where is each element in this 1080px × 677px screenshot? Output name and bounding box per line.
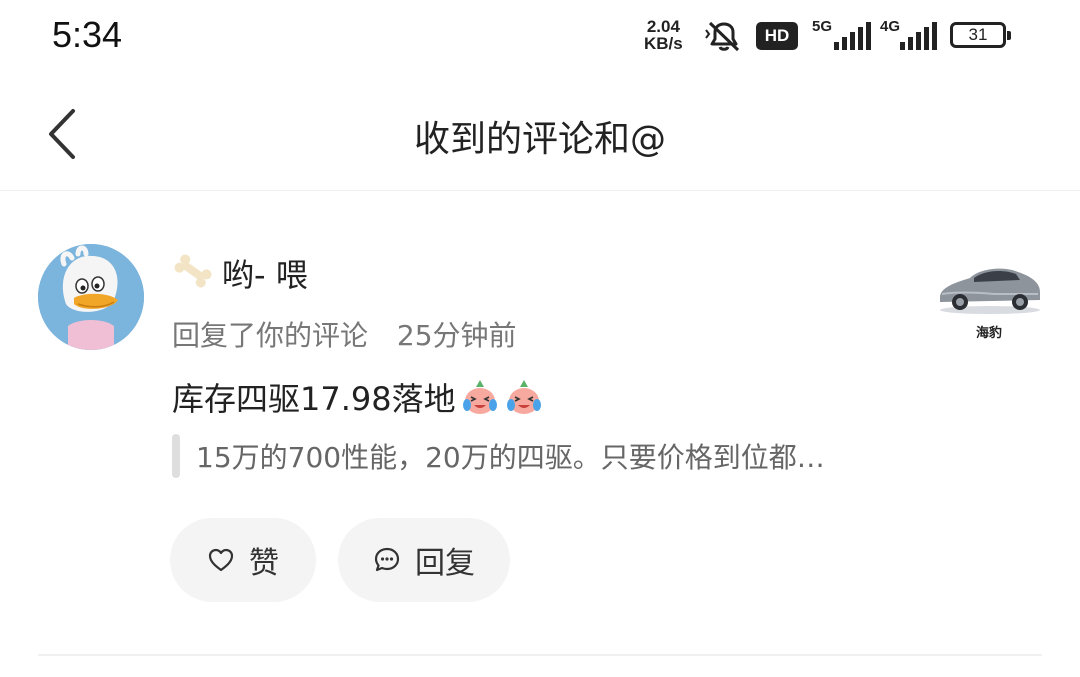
signal-strength-icon-2 <box>900 22 937 50</box>
comment-text: 库存四驱17.98落地 <box>172 380 456 418</box>
comment-bubble-icon <box>374 547 400 572</box>
hd-voice-badge: HD <box>756 22 798 50</box>
quoted-text: 15万的700性能，20万的四驱。只要价格到位都… <box>196 441 825 474</box>
like-button[interactable]: 赞 <box>170 518 316 602</box>
heart-icon <box>208 548 234 572</box>
status-time: 5:34 <box>52 14 123 55</box>
divider <box>38 654 1042 656</box>
bell-muted-icon <box>705 21 740 52</box>
status-bar: 5:34 2.04 KB/s HD 5G 4G 31 <box>0 0 1080 72</box>
notification-item[interactable]: 哟- 喂 回复了你的评论 25分钟前 库存四驱17.98落地 15万的700性能… <box>0 192 1080 677</box>
thumbnail-caption: 海豹 <box>975 326 1002 341</box>
car-image <box>940 268 1040 314</box>
notification-meta: 回复了你的评论 25分钟前 <box>172 314 517 354</box>
network-type-4g: 4G <box>880 18 901 35</box>
network-type-5g: 5G <box>812 18 833 35</box>
comment-content: 库存四驱17.98落地 <box>172 374 544 420</box>
app-header: 收到的评论和@ <box>0 80 1080 191</box>
action-text: 回复了你的评论 <box>172 319 369 352</box>
duck-avatar-image <box>38 244 144 350</box>
battery-indicator: 31 <box>950 22 1011 48</box>
like-label: 赞 <box>249 546 279 581</box>
timestamp: 25分钟前 <box>396 319 517 352</box>
battery-level: 31 <box>968 25 988 44</box>
username[interactable]: 哟- 喂 <box>222 250 308 296</box>
crying-laughing-emoji-icon <box>462 380 497 414</box>
quote-bar <box>172 434 180 478</box>
signal-strength-icon-1 <box>834 22 871 50</box>
network-speed-unit: KB/s <box>644 34 683 53</box>
reply-label: 回复 <box>415 546 475 581</box>
reply-button[interactable]: 回复 <box>338 518 510 602</box>
avatar[interactable] <box>38 244 144 350</box>
network-speed-value: 2.04 <box>646 17 680 36</box>
crying-laughing-emoji-icon <box>506 380 541 414</box>
post-thumbnail[interactable]: 海豹 <box>934 256 1044 348</box>
network-speed: 2.04 KB/s <box>644 18 683 52</box>
bone-icon <box>174 254 212 288</box>
page-title: 收到的评论和@ <box>413 119 666 160</box>
quoted-comment[interactable]: 15万的700性能，20万的四驱。只要价格到位都… <box>172 434 825 478</box>
